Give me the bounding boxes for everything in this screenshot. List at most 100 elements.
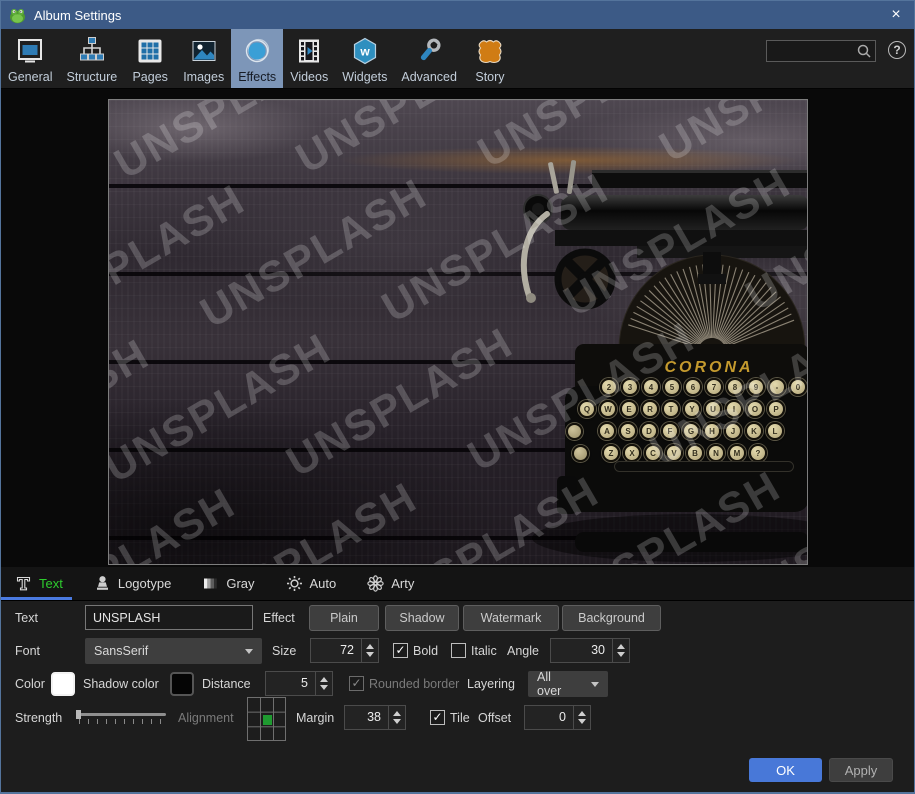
tab-text[interactable]: Text [1, 567, 80, 600]
angle-stepper[interactable]: 30 [550, 638, 630, 663]
typewriter-key: T [662, 400, 680, 418]
stepper-arrows-icon[interactable] [573, 706, 590, 729]
angle-label: Angle [507, 638, 539, 664]
toolbar-item-advanced[interactable]: Advanced [394, 29, 464, 88]
offset-stepper[interactable]: 0 [524, 705, 591, 730]
stepper-arrows-icon[interactable] [361, 639, 378, 662]
shadow-color-swatch[interactable] [170, 672, 194, 696]
font-select[interactable]: SansSerif [85, 638, 262, 664]
effect-button-watermark[interactable]: Watermark [463, 605, 559, 631]
typewriter-key: G [682, 422, 700, 440]
typewriter-key: ? [749, 444, 767, 462]
typewriter-spacebar [614, 461, 794, 472]
toolbar-item-label: Widgets [342, 70, 387, 84]
watermark-text-input[interactable] [85, 605, 253, 630]
film-icon [294, 36, 324, 66]
monitor-icon [15, 36, 45, 66]
effect-button-plain[interactable]: Plain [309, 605, 379, 631]
ok-button[interactable]: OK [749, 758, 822, 782]
layering-select[interactable]: All over [528, 671, 608, 697]
typewriter-key: H [703, 422, 721, 440]
album-settings-window: Album Settings × GeneralStructurePagesIm… [0, 0, 915, 794]
italic-label: Italic [471, 638, 497, 664]
typewriter-key: B [686, 444, 704, 462]
app-icon [9, 7, 26, 24]
rounded-border-checkbox[interactable]: ✓ [349, 676, 364, 691]
tree-icon [77, 36, 107, 66]
tab-arty[interactable]: Arty [353, 567, 431, 600]
tab-label: Arty [391, 576, 414, 591]
window-title: Album Settings [34, 8, 121, 23]
slider-handle[interactable] [76, 710, 81, 719]
text-label: Text [15, 605, 38, 631]
typewriter-key: Q [578, 400, 596, 418]
preview-area: CORONA 23456789-0QWERTYUIOPASDFGHJKLZXCV… [1, 90, 914, 567]
typewriter-key: 5 [663, 378, 681, 396]
typewriter-key: N [707, 444, 725, 462]
toolbar-item-structure[interactable]: Structure [59, 29, 124, 88]
wrench-icon [414, 36, 444, 66]
watermark-text: UNSPLASH [288, 99, 531, 183]
image-icon [189, 36, 219, 66]
typewriter-key: W [599, 400, 617, 418]
stepper-arrows-icon[interactable] [315, 672, 332, 695]
effect-button-background[interactable]: Background [562, 605, 661, 631]
tab-auto[interactable]: Auto [272, 567, 354, 600]
typewriter-key: 4 [642, 378, 660, 396]
typewriter-key: - [768, 378, 786, 396]
bold-checkbox[interactable]: ✓ [393, 643, 408, 658]
toolbar-item-label: Story [475, 70, 504, 84]
effects-circle-icon [242, 36, 272, 66]
typewriter-shift-key [572, 445, 589, 462]
typewriter-key: O [746, 400, 764, 418]
offset-label: Offset [478, 705, 511, 731]
toolbar-item-story[interactable]: Story [464, 29, 516, 88]
apply-button[interactable]: Apply [829, 758, 893, 782]
font-label: Font [15, 638, 40, 664]
tab-label: Auto [310, 576, 337, 591]
stepper-arrows-icon[interactable] [388, 706, 405, 729]
toolbar-item-pages[interactable]: Pages [124, 29, 176, 88]
search-icon [856, 43, 872, 59]
italic-checkbox[interactable] [451, 643, 466, 658]
tile-checkbox[interactable]: ✓ [430, 710, 445, 725]
typewriter-key: L [766, 422, 784, 440]
help-icon[interactable]: ? [888, 41, 906, 59]
effects-panel: TextLogotypeGrayAutoArty Text Effect Pla… [1, 567, 914, 793]
toolbar-item-videos[interactable]: Videos [283, 29, 335, 88]
toolbar-item-widgets[interactable]: wWidgets [335, 29, 394, 88]
tab-gray[interactable]: Gray [188, 567, 271, 600]
color-swatch[interactable] [51, 672, 75, 696]
tab-logotype[interactable]: Logotype [80, 567, 189, 600]
toolbar-item-effects[interactable]: Effects [231, 29, 283, 88]
distance-stepper[interactable]: 5 [265, 671, 333, 696]
titlebar: Album Settings × [1, 1, 914, 29]
alignment-grid[interactable] [247, 697, 286, 741]
watermark-text: UNSPLASH [182, 474, 425, 565]
effect-button-shadow[interactable]: Shadow [385, 605, 459, 631]
text-icon [15, 575, 32, 592]
search-input[interactable] [767, 44, 856, 58]
typewriter-key: 6 [684, 378, 702, 396]
effects-tabbar: Text LogotypeGray Auto Arty [1, 567, 914, 601]
toolbar-item-images[interactable]: Images [176, 29, 231, 88]
alignment-label: Alignment [178, 705, 234, 731]
toolbar-items: GeneralStructurePagesImagesEffectsVideos… [1, 29, 516, 88]
size-stepper[interactable]: 72 [310, 638, 379, 663]
watermark-text: UNSPLASH [108, 99, 167, 195]
strength-slider[interactable] [76, 709, 166, 727]
typewriter-illustration: CORONA [517, 156, 808, 565]
typewriter-key: C [644, 444, 662, 462]
margin-stepper[interactable]: 38 [344, 705, 406, 730]
tab-label: Text [39, 576, 63, 591]
typewriter-key: 8 [726, 378, 744, 396]
watermark-text: UNSPLASH [108, 176, 253, 344]
search-box[interactable] [766, 40, 876, 62]
close-icon[interactable]: × [884, 4, 908, 26]
color-label: Color [15, 671, 45, 697]
typewriter-key: R [641, 400, 659, 418]
toolbar-item-general[interactable]: General [1, 29, 59, 88]
typewriter-key: U [704, 400, 722, 418]
stepper-arrows-icon[interactable] [612, 639, 629, 662]
strength-label: Strength [15, 705, 62, 731]
